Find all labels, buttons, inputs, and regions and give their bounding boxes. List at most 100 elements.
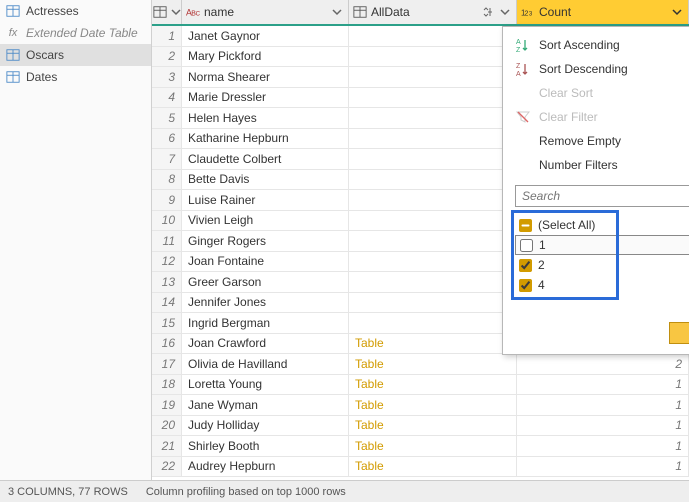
query-item[interactable]: Dates: [0, 66, 151, 88]
query-label: Oscars: [26, 48, 64, 62]
menu-label: Number Filters: [539, 158, 618, 172]
cell-name[interactable]: Loretta Young: [182, 375, 349, 395]
cell-name[interactable]: Greer Garson: [182, 272, 349, 292]
table-row[interactable]: 21Shirley BoothTable1: [152, 436, 689, 457]
cell-alldata[interactable]: Table: [349, 375, 517, 395]
cell-name[interactable]: Norma Shearer: [182, 67, 349, 87]
cell-alldata[interactable]: [349, 313, 517, 333]
cell-name[interactable]: Janet Gaynor: [182, 26, 349, 46]
cell-name[interactable]: Ingrid Bergman: [182, 313, 349, 333]
column-header-name[interactable]: ABC name: [182, 0, 349, 24]
cell-name[interactable]: Jennifer Jones: [182, 293, 349, 313]
table-row[interactable]: 20Judy HollidayTable1: [152, 416, 689, 437]
table-row[interactable]: 18Loretta YoungTable1: [152, 375, 689, 396]
table-icon: [6, 4, 20, 18]
cell-alldata[interactable]: [349, 129, 517, 149]
table-icon: [153, 5, 167, 19]
cell-alldata[interactable]: Table: [349, 354, 517, 374]
row-number: 5: [152, 108, 182, 128]
cell-alldata[interactable]: [349, 231, 517, 251]
chevron-down-icon[interactable]: [330, 5, 344, 19]
cell-name[interactable]: Jane Wyman: [182, 395, 349, 415]
filter-checkbox[interactable]: [519, 219, 532, 232]
chevron-down-icon[interactable]: [670, 5, 684, 19]
filter-dropdown: AZ Sort Ascending ZA Sort Descending Cle…: [502, 26, 689, 355]
row-number: 1: [152, 26, 182, 46]
cell-alldata[interactable]: [349, 88, 517, 108]
cell-name[interactable]: Claudette Colbert: [182, 149, 349, 169]
table-row[interactable]: 17Olivia de HavillandTable2: [152, 354, 689, 375]
cell-name[interactable]: Helen Hayes: [182, 108, 349, 128]
filter-value-row[interactable]: 4: [515, 275, 689, 295]
sort-descending[interactable]: ZA Sort Descending: [503, 57, 689, 81]
cell-name[interactable]: Olivia de Havilland: [182, 354, 349, 374]
cell-alldata[interactable]: [349, 26, 517, 46]
cell-alldata[interactable]: Table: [349, 416, 517, 436]
cell-name[interactable]: Luise Rainer: [182, 190, 349, 210]
cell-alldata[interactable]: [349, 190, 517, 210]
filter-value-row[interactable]: (Select All): [515, 215, 689, 235]
filter-value-row[interactable]: 2: [515, 255, 689, 275]
cell-name[interactable]: Marie Dressler: [182, 88, 349, 108]
cell-count[interactable]: 1: [517, 457, 689, 477]
cell-count[interactable]: 1: [517, 416, 689, 436]
cell-alldata[interactable]: Table: [349, 436, 517, 456]
cell-name[interactable]: Judy Holliday: [182, 416, 349, 436]
cell-name[interactable]: Audrey Hepburn: [182, 457, 349, 477]
status-cols-rows: 3 COLUMNS, 77 ROWS: [8, 486, 128, 498]
cell-alldata[interactable]: [349, 211, 517, 231]
filter-checkbox[interactable]: [520, 239, 533, 252]
cell-name[interactable]: Joan Crawford: [182, 334, 349, 354]
cell-count[interactable]: 1: [517, 436, 689, 456]
filter-search[interactable]: [515, 185, 689, 207]
cell-count[interactable]: 1: [517, 375, 689, 395]
filter-checkbox[interactable]: [519, 259, 532, 272]
chevron-down-icon[interactable]: [171, 5, 181, 19]
cell-count[interactable]: 1: [517, 395, 689, 415]
text-type-icon: ABC: [186, 5, 200, 19]
number-filters[interactable]: Number Filters ▸: [503, 153, 689, 177]
svg-text:Z: Z: [516, 47, 521, 53]
cell-alldata[interactable]: Table: [349, 457, 517, 477]
query-label: Dates: [26, 70, 57, 84]
cell-alldata[interactable]: [349, 293, 517, 313]
query-item[interactable]: Actresses: [0, 0, 151, 22]
table-row[interactable]: 22Audrey HepburnTable1: [152, 457, 689, 478]
filter-checkbox[interactable]: [519, 279, 532, 292]
filter-value-row[interactable]: 1: [515, 235, 689, 255]
cell-name[interactable]: Ginger Rogers: [182, 231, 349, 251]
cell-name[interactable]: Bette Davis: [182, 170, 349, 190]
filter-values-list: (Select All)124: [515, 215, 689, 295]
table-row[interactable]: 19Jane WymanTable1: [152, 395, 689, 416]
cell-name[interactable]: Joan Fontaine: [182, 252, 349, 272]
fx-icon: fx: [6, 26, 20, 40]
cell-alldata[interactable]: [349, 47, 517, 67]
query-label: Actresses: [26, 4, 79, 18]
number-type-icon: 123: [521, 5, 535, 19]
cell-alldata[interactable]: [349, 252, 517, 272]
ok-button[interactable]: OK: [669, 322, 689, 344]
cell-alldata[interactable]: [349, 149, 517, 169]
chevron-down-icon[interactable]: [498, 5, 512, 19]
cell-alldata[interactable]: [349, 67, 517, 87]
query-item[interactable]: fx Extended Date Table: [0, 22, 151, 44]
cell-count[interactable]: 2: [517, 354, 689, 374]
query-label: Extended Date Table: [26, 26, 138, 40]
cell-alldata[interactable]: Table: [349, 334, 517, 354]
rownum-header[interactable]: [152, 0, 182, 24]
query-item[interactable]: Oscars: [0, 44, 151, 66]
column-header-count[interactable]: 123 Count: [517, 0, 689, 24]
cell-name[interactable]: Vivien Leigh: [182, 211, 349, 231]
column-header-alldata[interactable]: AllData: [349, 0, 517, 24]
search-input[interactable]: [522, 189, 689, 203]
cell-alldata[interactable]: Table: [349, 395, 517, 415]
expand-icon[interactable]: [482, 6, 494, 18]
cell-name[interactable]: Shirley Booth: [182, 436, 349, 456]
cell-alldata[interactable]: [349, 108, 517, 128]
cell-alldata[interactable]: [349, 272, 517, 292]
cell-name[interactable]: Katharine Hepburn: [182, 129, 349, 149]
sort-ascending[interactable]: AZ Sort Ascending: [503, 33, 689, 57]
cell-alldata[interactable]: [349, 170, 517, 190]
cell-name[interactable]: Mary Pickford: [182, 47, 349, 67]
remove-empty[interactable]: Remove Empty: [503, 129, 689, 153]
